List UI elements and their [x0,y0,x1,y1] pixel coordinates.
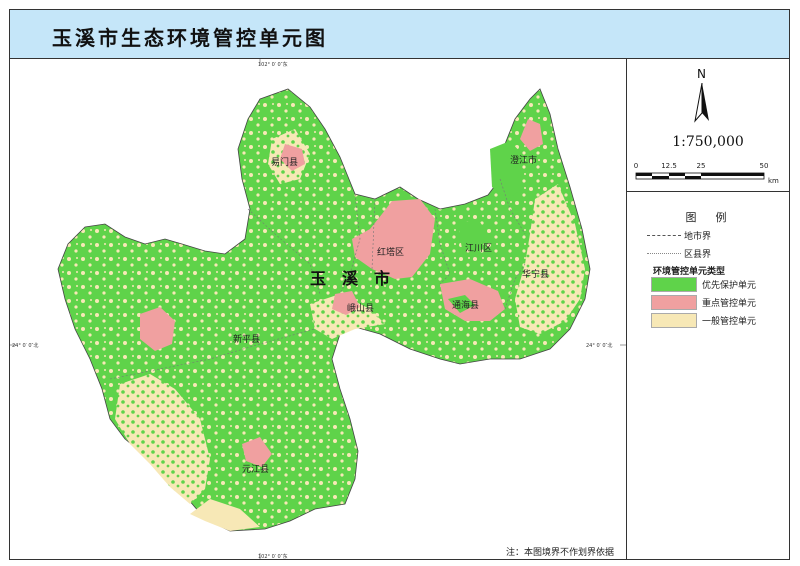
legend-priority-unit-label: 优先保护单元 [702,281,757,291]
label-hongta: 红塔区 [377,246,404,258]
title-bar: 玉溪市生态环境管控单元图 [10,10,789,59]
north-arrow-icon [694,83,709,123]
map-canvas[interactable]: 易门县 澄江市 红塔区 江川区 华宁县 峨山县 通海县 新平县 元江县 玉 溪 … [10,59,626,559]
label-jiangchuan: 江川区 [465,243,492,254]
legend-title: 图 例 [685,211,731,224]
scale-ratio: 1:750,000 [672,134,744,150]
label-huaning: 华宁县 [522,268,549,280]
map-panel[interactable]: 易门县 澄江市 红塔区 江川区 华宁县 峨山县 通海县 新平县 元江县 玉 溪 … [10,59,627,559]
label-chengjiang: 澄江市 [510,154,537,166]
coord-lon-bottom: 102° 0′ 0″东 [258,554,288,560]
scale-bar: 0 12.5 25 50 km [634,162,779,185]
legend-county-boundary-label: 区县界 [684,250,712,260]
legend-section-title: 环境管控单元类型 [653,267,726,277]
legend-key-unit-label: 重点管控单元 [702,299,757,309]
legend-general-unit: 一般管控单元 [651,313,756,328]
label-tonghai: 通海县 [452,299,479,311]
scale-unit: km [768,177,779,185]
legend-city-boundary: 地市界 [647,229,711,242]
label-yuxi-city: 玉 溪 市 [310,269,390,288]
scale-tick-0: 0 [634,162,638,170]
label-yuanjiang: 元江县 [242,464,269,475]
legend-panel: N 1:750,000 0 12.5 25 50 km 图 例 地市界 区县界 … [627,59,789,559]
legend-priority-unit: 优先保护单元 [651,277,756,292]
north-label: N [697,67,706,81]
map-note: 注：本图境界不作划界依据 [506,548,615,558]
coord-lat-right: 24° 0′ 0″北 [586,343,613,349]
scale-tick-3: 50 [760,162,769,170]
coord-lat-left: 24° 0′ 0″北 [12,343,39,349]
legend-county-boundary: 区县界 [647,247,711,260]
legend-key-unit: 重点管控单元 [651,295,756,310]
map-title: 玉溪市生态环境管控单元图 [52,26,328,50]
scale-tick-1: 12.5 [661,162,677,170]
legend-divider [627,191,789,192]
coord-lon-top: 102° 0′ 0″东 [258,62,288,68]
legend-general-unit-label: 一般管控单元 [702,317,757,327]
label-yimen: 易门县 [271,156,298,168]
label-eshan: 峨山县 [347,302,374,314]
legend-city-boundary-label: 地市界 [684,232,712,242]
label-xinping: 新平县 [233,333,260,345]
scale-tick-2: 25 [697,162,706,170]
